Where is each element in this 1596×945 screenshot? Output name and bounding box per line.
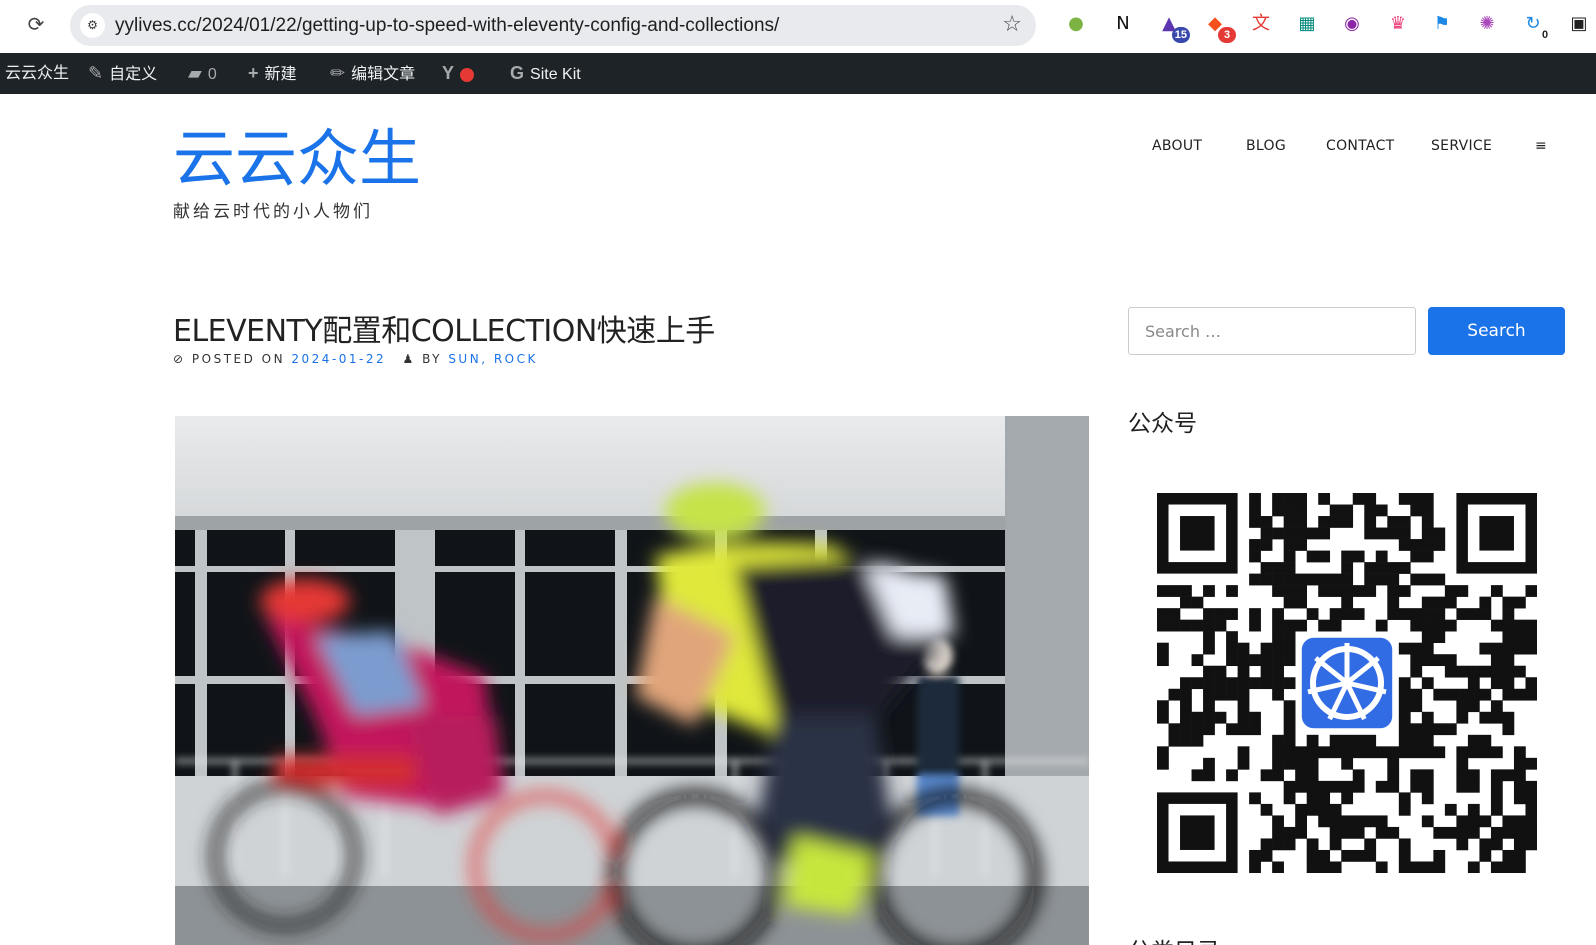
site-info-icon[interactable]: ⚙ xyxy=(80,13,105,38)
admin-sitekit-label: Site Kit xyxy=(530,66,581,83)
bookmark-star-icon[interactable]: ☆ xyxy=(1002,12,1022,37)
dark-square-extension-icon[interactable]: ▣ xyxy=(1566,11,1592,37)
link-icon: ⊘ xyxy=(173,352,186,366)
extension-badge: 3 xyxy=(1218,27,1236,43)
nav-about[interactable]: ABOUT xyxy=(1152,138,1202,154)
admin-new-link[interactable]: + 新建 xyxy=(248,53,297,94)
extension-badge: 0 xyxy=(1541,29,1549,41)
admin-comments-count: 0 xyxy=(207,66,217,83)
notion-icon[interactable]: N xyxy=(1110,11,1136,37)
url-text[interactable]: yylives.cc/2024/01/22/getting-up-to-spee… xyxy=(115,15,779,37)
search-button[interactable]: Search xyxy=(1428,307,1565,355)
chat-bubbles-icon[interactable]: ◆ 3 xyxy=(1202,11,1236,43)
address-bar[interactable]: ⚙ yylives.cc/2024/01/22/getting-up-to-sp… xyxy=(70,5,1036,46)
admin-bar: 云云众生 ✎ 自定义 ▰ 0 + 新建 ✏ 编辑文章 Y G Site Kit xyxy=(0,53,1596,94)
reload-icon[interactable]: ⟳ xyxy=(24,12,48,36)
seo-status-dot-icon xyxy=(460,67,475,82)
categories-widget-title: 分类目录 xyxy=(1128,932,1220,945)
admin-yoast-link[interactable]: Y xyxy=(442,53,475,94)
site-title[interactable]: 云云众生 xyxy=(173,128,421,190)
openai-icon[interactable]: ✺ xyxy=(1474,11,1500,37)
lr-circle-icon[interactable]: ◉ xyxy=(1339,11,1365,37)
admin-comments-link[interactable]: ▰ 0 xyxy=(188,53,217,94)
author-icon: ♟ xyxy=(402,352,416,366)
post-date-link[interactable]: 2024-01-22 xyxy=(291,352,386,366)
graduation-cap-icon[interactable]: ▲ 15 xyxy=(1156,11,1190,43)
admin-edit-link[interactable]: ✏ 编辑文章 xyxy=(330,53,415,94)
wechat-qr-code xyxy=(1157,493,1538,874)
grid-pattern-icon[interactable]: ▦ xyxy=(1294,11,1320,37)
nav-service[interactable]: SERVICE xyxy=(1431,138,1492,154)
featured-image-cyclists xyxy=(175,416,1089,945)
site-tagline: 献给云时代的小人物们 xyxy=(173,202,373,222)
browser-toolbar: ⟳ ⚙ yylives.cc/2024/01/22/getting-up-to-… xyxy=(0,0,1596,53)
nav-contact[interactable]: CONTACT xyxy=(1326,138,1395,154)
green-dot-extension-icon[interactable]: ● xyxy=(1063,11,1089,37)
blue-flag-icon[interactable]: ⚑ xyxy=(1429,11,1455,37)
extension-badge: 15 xyxy=(1171,27,1190,43)
admin-site-link[interactable]: 云云众生 xyxy=(5,53,69,94)
nav-blog[interactable]: BLOG xyxy=(1246,138,1286,154)
plus-icon: + xyxy=(248,63,259,83)
post-title: ELEVENTY配置和COLLECTION快速上手 xyxy=(173,314,715,349)
google-g-icon: G xyxy=(510,63,525,83)
post-authors-link[interactable]: SUN, ROCK xyxy=(448,352,538,366)
paintbrush-icon: ✎ xyxy=(88,63,104,83)
wechat-widget-title: 公众号 xyxy=(1128,411,1197,437)
refresh-counter-icon[interactable]: ↻ 0 xyxy=(1520,11,1548,41)
yoast-icon: Y xyxy=(442,63,455,83)
admin-edit-label: 编辑文章 xyxy=(351,66,416,83)
posted-on-label: POSTED ON xyxy=(191,352,286,366)
admin-new-label: 新建 xyxy=(264,66,297,83)
nav-menu-icon[interactable]: ≡ xyxy=(1535,138,1547,154)
admin-customize-label: 自定义 xyxy=(109,66,158,83)
search-input[interactable] xyxy=(1128,307,1416,355)
crown-icon[interactable]: ♛ xyxy=(1385,11,1411,37)
admin-sitekit-link[interactable]: G Site Kit xyxy=(510,53,581,94)
translate-icon[interactable]: 文 xyxy=(1248,11,1274,37)
comment-bubble-icon: ▰ xyxy=(188,63,202,83)
post-meta: ⊘ POSTED ON 2024-01-22 ♟ BY SUN, ROCK xyxy=(173,352,538,366)
admin-customize-link[interactable]: ✎ 自定义 xyxy=(88,53,157,94)
pencil-icon: ✏ xyxy=(330,63,346,83)
by-label: BY xyxy=(422,352,442,366)
